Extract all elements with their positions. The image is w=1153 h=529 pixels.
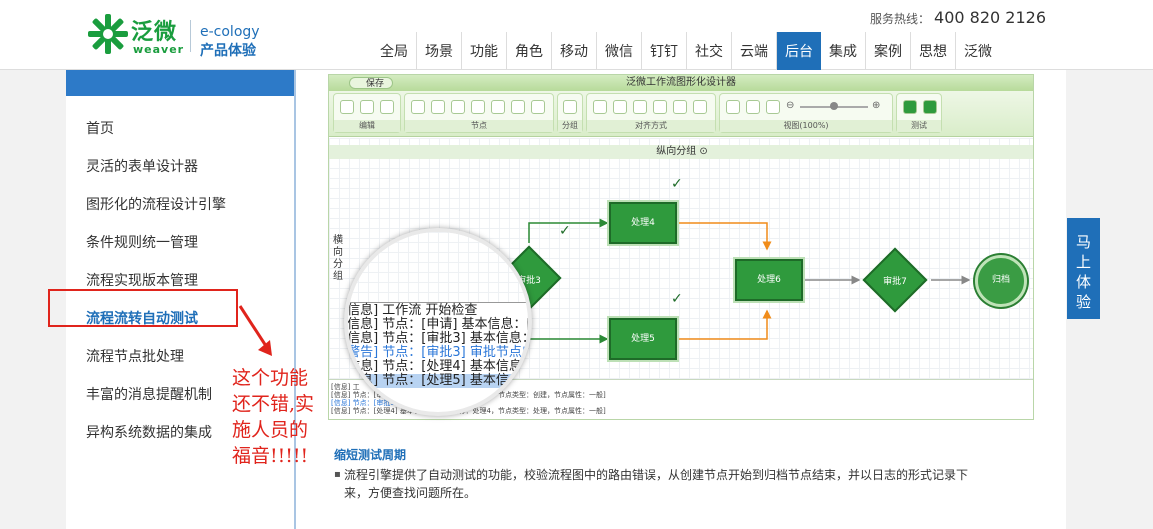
nav-item-thinking[interactable]: 思想 [911, 32, 956, 70]
nav-item-integration[interactable]: 集成 [821, 32, 866, 70]
annotation-arrow-icon [238, 305, 272, 356]
magnifier-log-line: [警告] 节点：[审批3] 审批节点应该 [344, 345, 532, 360]
annotation-note-line: 福音!!!!! [232, 445, 309, 467]
sidebar-item-form-designer[interactable]: 灵活的表单设计器 [66, 148, 294, 186]
nav-item-cloud[interactable]: 云端 [732, 32, 777, 70]
product-name: e-cology [200, 24, 260, 40]
logo-english-name: weaver [133, 43, 185, 56]
nav-item-cases[interactable]: 案例 [866, 32, 911, 70]
nav-item-backend[interactable]: 后台 [777, 32, 821, 70]
product-subtitle: 产品体验 [200, 43, 256, 59]
annotation-note-line: 施人员的 [232, 419, 309, 441]
annotation-highlight-box [48, 289, 238, 327]
nav-item-weaver[interactable]: 泛微 [956, 32, 1000, 70]
logo-divider [190, 20, 191, 52]
flow-node-archive: 归档 [975, 255, 1027, 307]
magnifier-log-line: [信息] 节点：[处理5] 基本信息：[节 [348, 374, 528, 388]
weaver-logo[interactable]: 泛微 weaver e-cology 产品体验 [86, 12, 266, 62]
try-now-char: 马 [1075, 233, 1091, 251]
site-header: 泛微 weaver e-cology 产品体验 服务热线： 400 820 212… [0, 0, 1153, 70]
magnifier-log-line: [信息] 节点：[处理4] 基本信息：[节 [344, 359, 528, 374]
flow-node-process-5: 处理5 [609, 318, 677, 360]
flow-node-process-4: 处理4 [609, 202, 677, 244]
flow-node-process-6: 处理6 [735, 259, 803, 301]
try-now-button[interactable]: 马 上 体 验 [1067, 218, 1100, 319]
magnifier-log-line: [信息] 节点：[申请] 基本信息：[节点 [344, 317, 532, 332]
try-now-char: 验 [1075, 293, 1091, 311]
check-icon: ✓ [671, 291, 683, 307]
check-icon: ✓ [671, 176, 683, 192]
nav-item-mobile[interactable]: 移动 [552, 32, 597, 70]
try-now-char: 上 [1075, 253, 1091, 271]
magnifier-log-line: [信息] 节点：[审批3] 基本信息：[节 [344, 331, 528, 346]
hotline: 服务热线： 400 820 2126 [870, 8, 1046, 27]
magnifier-log-line: [信息] 工作流 开始检查 [344, 303, 478, 318]
nav-item-scene[interactable]: 场景 [417, 32, 462, 70]
annotation-note-line: 还不错,实 [232, 393, 315, 415]
log-magnifier: [信息] 工作流 开始检查 [信息] 节点：[申请] 基本信息：[节点 [信息]… [344, 228, 532, 416]
hotline-number: 400 820 2126 [934, 8, 1046, 27]
section-title: 缩短测试周期 [334, 448, 407, 462]
nav-item-wechat[interactable]: 微信 [597, 32, 642, 70]
sidebar-item-home[interactable]: 首页 [66, 110, 294, 148]
nav-item-role[interactable]: 角色 [507, 32, 552, 70]
try-now-char: 体 [1075, 273, 1091, 291]
main-content: 保存 泛微工作流图形化设计器 编辑 节点 分组 对齐方式 ⊖ ⊕ 视图(100%… [296, 70, 1066, 529]
section-description: 流程引擎提供了自动测试的功能，校验流程图中的路由错误，从创建节点开始到归档节点结… [334, 466, 974, 502]
logo-chinese-name: 泛微 [131, 20, 178, 45]
weaver-logo-mark-icon [88, 14, 128, 54]
sidebar-header-bar [66, 70, 294, 96]
main-nav: 全局 场景 功能 角色 移动 微信 钉钉 社交 云端 后台 集成 案例 思想 泛… [372, 32, 1000, 70]
hotline-label: 服务热线： [870, 12, 931, 26]
nav-item-social[interactable]: 社交 [687, 32, 732, 70]
annotation-note-line: 这个功能 [232, 367, 309, 389]
annotation-note: 这个功能 还不错,实 施人员的 福音!!!!! [232, 365, 314, 469]
magnifier-grid [348, 232, 528, 302]
check-icon: ✓ [559, 223, 571, 239]
flow-node-approve-7-label: 审批7 [883, 277, 907, 287]
nav-item-global[interactable]: 全局 [372, 32, 417, 70]
sidebar-item-graphic-engine[interactable]: 图形化的流程设计引擎 [66, 186, 294, 224]
sidebar-item-condition-rules[interactable]: 条件规则统一管理 [66, 224, 294, 262]
nav-item-function[interactable]: 功能 [462, 32, 507, 70]
nav-item-dingtalk[interactable]: 钉钉 [642, 32, 687, 70]
